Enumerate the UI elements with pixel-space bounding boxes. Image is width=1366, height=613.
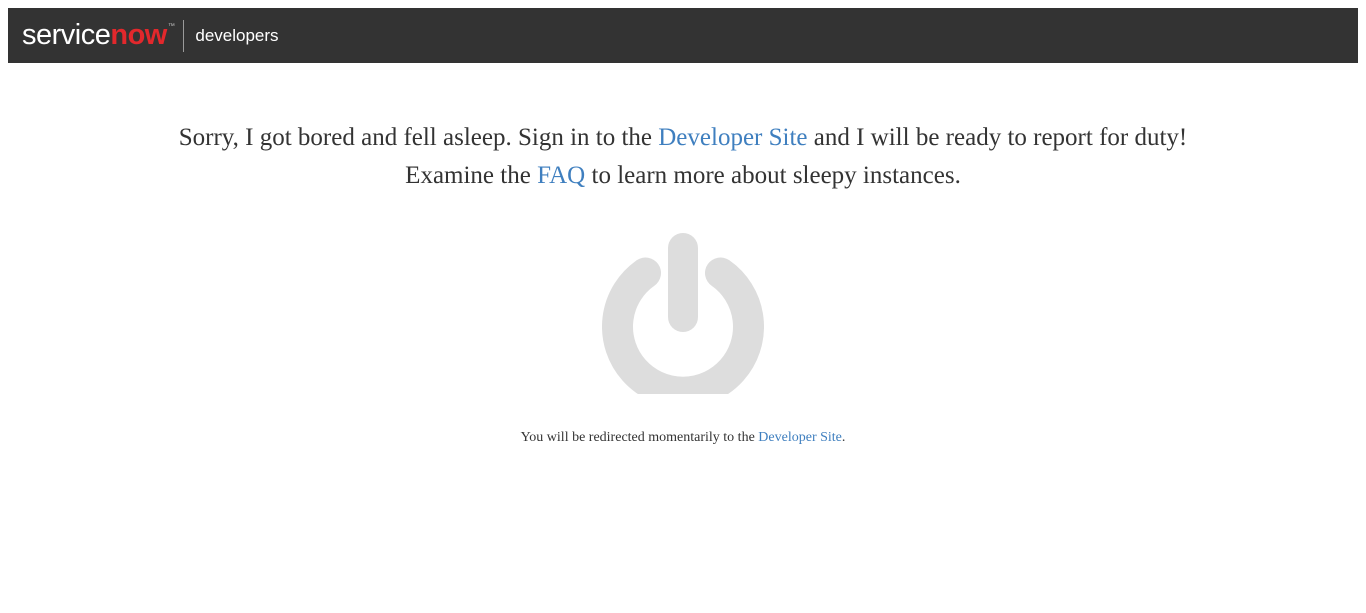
developer-site-link[interactable]: Developer Site	[658, 124, 807, 151]
page: service now ™ developers Sorry, I got bore…	[0, 0, 1366, 613]
sleep-message: Sorry, I got bored and fell asleep. Sign…	[0, 119, 1366, 195]
developers-link[interactable]: developers	[195, 26, 278, 46]
redirect-notice-after: .	[841, 430, 846, 445]
logo-service-text: service	[22, 19, 111, 51]
top-navigation-bar: service now ™ developers	[8, 8, 1358, 63]
faq-link[interactable]: FAQ	[537, 162, 585, 189]
sleep-message-line-1: Sorry, I got bored and fell asleep. Sign…	[0, 119, 1366, 157]
power-icon-bar	[668, 233, 698, 332]
logo-trademark: ™	[167, 23, 175, 30]
message-line-1-after: and I will be ready to report for duty!	[807, 124, 1188, 151]
servicenow-logo[interactable]: service now ™	[22, 19, 175, 51]
logo-now-text: now	[110, 19, 167, 51]
message-line-2-before: Examine the	[405, 162, 538, 189]
sleep-message-line-2: Examine the FAQ to learn more about slee…	[0, 157, 1366, 195]
message-line-2-after: to learn more about sleepy instances.	[585, 162, 961, 189]
redirect-notice-before: You will be redirected momentarily to th…	[520, 430, 759, 445]
power-icon-graphic	[602, 233, 764, 408]
redirect-notice: You will be redirected momentarily to th…	[0, 428, 1366, 448]
power-icon	[602, 232, 764, 408]
redirect-developer-site-link[interactable]: Developer Site	[758, 430, 842, 445]
header-divider	[183, 19, 185, 52]
message-line-1-before: Sorry, I got bored and fell asleep. Sign…	[178, 124, 659, 151]
